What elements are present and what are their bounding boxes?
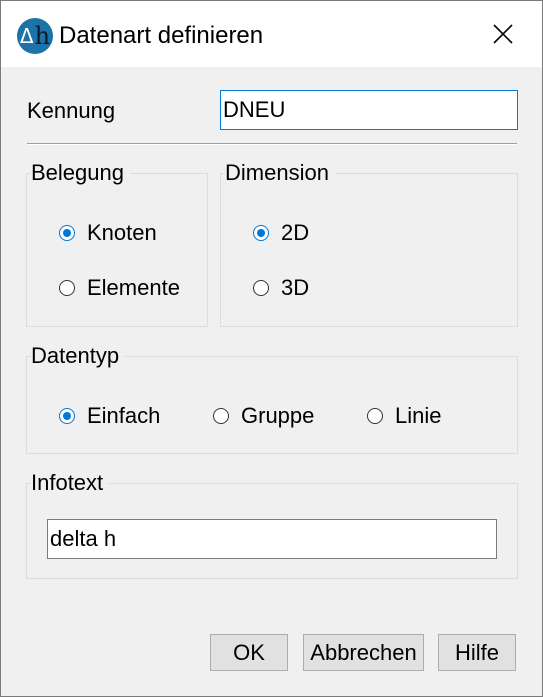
close-icon [493,24,513,44]
infotext-input[interactable] [47,519,497,559]
window-title: Datenart definieren [59,22,264,49]
radio-linie-label: Linie [395,403,442,428]
separator [27,143,517,145]
dimension-title: Dimension [225,160,335,186]
radio-einfach[interactable]: Einfach [59,403,160,429]
radio-linie[interactable]: Linie [367,403,441,429]
belegung-group: Belegung Knoten Elemente [26,160,208,327]
radio-knoten-label: Knoten [87,220,157,245]
radio-gruppe[interactable]: Gruppe [213,403,314,429]
help-button[interactable]: Hilfe [438,634,516,671]
datentyp-title: Datentyp [31,343,126,369]
radio-einfach-label: Einfach [87,403,161,428]
delta-glyph: Δ [19,24,34,48]
radio-3d-label: 3D [281,275,310,300]
title-bar[interactable]: Δh Datenart definieren [1,1,542,67]
dialog-window: Δh Datenart definieren Kennung Belegung … [0,0,543,697]
dimension-group: Dimension 2D 3D [220,160,518,327]
infotext-title: Infotext [31,470,110,496]
radio-elemente[interactable]: Elemente [59,275,180,301]
belegung-title: Belegung [31,160,130,186]
radio-knoten[interactable]: Knoten [59,220,157,246]
h-glyph: h [34,22,51,50]
datentyp-group: Datentyp Einfach Gruppe Linie [26,343,518,454]
app-icon: Δh [17,18,53,54]
radio-2d-indicator [253,225,269,241]
radio-linie-indicator [367,408,383,424]
radio-elemente-indicator [59,280,75,296]
radio-3d-indicator [253,280,269,296]
radio-2d[interactable]: 2D [253,220,309,246]
close-button[interactable] [480,16,526,52]
radio-gruppe-indicator [213,408,229,424]
radio-knoten-indicator [59,225,75,241]
radio-einfach-indicator [59,408,75,424]
cancel-button[interactable]: Abbrechen [303,634,424,671]
ok-button[interactable]: OK [210,634,288,671]
radio-elemente-label: Elemente [87,275,180,300]
kennung-label: Kennung [27,98,116,123]
radio-gruppe-label: Gruppe [241,403,315,428]
radio-3d[interactable]: 3D [253,275,309,301]
kennung-input[interactable] [220,90,518,130]
radio-2d-label: 2D [281,220,310,245]
